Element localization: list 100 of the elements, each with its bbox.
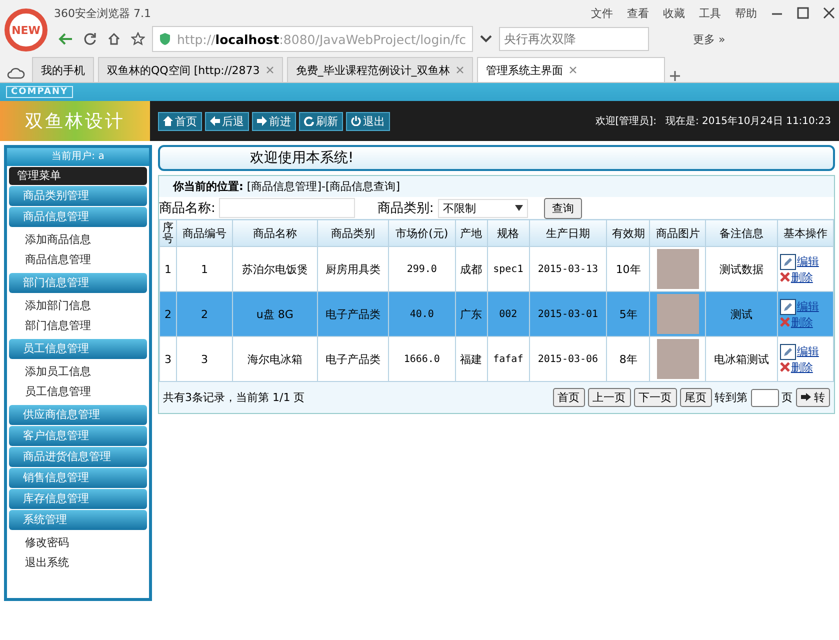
menu-item[interactable]: 查看 (627, 6, 649, 20)
edit-link[interactable]: 编辑 (796, 299, 819, 314)
close-tab-icon[interactable] (456, 66, 464, 74)
table-cell: 2 (160, 292, 176, 336)
menu-item[interactable]: 添加部门信息 (7, 296, 149, 316)
nav-button[interactable]: 退出 (346, 112, 390, 130)
column-header: 商品编号 (176, 220, 233, 246)
more-button[interactable]: 更多 » (693, 32, 726, 46)
table-row[interactable]: 3 3 海尔电冰箱 电子产品类 1666.0 福建 fafaf 2015-03-06 8年 电冰箱测试 编辑 删除 (160, 336, 834, 382)
home-icon (163, 116, 173, 126)
nav-button[interactable]: 首页 (158, 112, 202, 130)
pencil-icon (780, 344, 796, 360)
table-cell: 3 (160, 336, 176, 382)
table-cell: 测试 (706, 292, 778, 336)
menu-item[interactable]: 商品信息管理 (7, 250, 149, 270)
table-cell: 1 (160, 246, 176, 292)
menu-item[interactable]: 文件 (591, 6, 613, 20)
menu-item[interactable]: 收藏 (663, 6, 685, 20)
pager-button[interactable]: 尾页 (680, 388, 712, 407)
pager-button[interactable]: 首页 (552, 388, 584, 407)
browser-title: 360安全浏览器 7.1 (54, 6, 151, 20)
table-cell: u盘 8G (232, 292, 318, 336)
delete-link[interactable]: 删除 (790, 314, 813, 330)
nav-button[interactable]: 后退 (205, 112, 249, 130)
menu-item[interactable]: 退出系统 (7, 553, 149, 573)
edit-link[interactable]: 编辑 (796, 344, 819, 359)
delete-x-icon (780, 317, 790, 327)
pager-button[interactable]: 上一页 (588, 388, 630, 407)
edit-link[interactable]: 编辑 (796, 254, 819, 269)
name-input-field[interactable] (219, 198, 356, 218)
column-header: 生产日期 (529, 220, 607, 246)
breadcrumb: 你当前的位置: [商品信息管理]-[商品信息查询] (159, 176, 834, 197)
menu-item[interactable]: 修改密码 (7, 533, 149, 553)
nav-button[interactable]: 刷新 (299, 112, 343, 130)
nav-button[interactable]: 前进 (252, 112, 296, 130)
clock-text: 现在是: 2015年10月24日 11:10:23 (665, 115, 831, 128)
column-header: 产地 (455, 220, 488, 246)
menu-item[interactable]: 添加员工信息 (7, 362, 149, 382)
menu-item[interactable]: 部门信息管理 (7, 316, 149, 336)
column-header: 序号 (160, 220, 176, 246)
browser-tab[interactable]: 免费_毕业课程范例设计_双鱼林 (286, 57, 473, 82)
table-cell: 40.0 (388, 292, 456, 336)
browser-tab[interactable]: 双鱼林的QQ空间 [http://2873 (98, 57, 283, 82)
page-unit-label: 页 (782, 390, 792, 405)
photo-placeholder (656, 294, 699, 334)
right-arrow-icon (257, 116, 267, 126)
column-header: 商品图片 (650, 220, 706, 246)
delete-x-icon (780, 272, 790, 282)
photo-placeholder (656, 339, 699, 379)
goto-label: 转到第 (714, 390, 748, 405)
pencil-icon (780, 298, 796, 314)
table-cell: 2 (176, 292, 233, 336)
name-label: 商品名称: (159, 200, 216, 217)
browser-tab[interactable]: 我的手机 (32, 57, 94, 82)
logo: 双鱼林设计 (0, 101, 150, 141)
search-field[interactable]: 央行再次双降 (499, 27, 650, 51)
table-cell: 电子产品类 (317, 292, 389, 336)
go-button[interactable]: 转 (796, 388, 830, 407)
delete-link[interactable]: 删除 (790, 270, 813, 284)
column-header: 市场价(元) (388, 220, 456, 246)
right-arrow-icon (800, 393, 810, 401)
close-tab-icon[interactable] (568, 66, 577, 74)
column-header: 备注信息 (706, 220, 778, 246)
delete-link[interactable]: 删除 (790, 360, 813, 374)
shield-icon (159, 32, 171, 46)
column-header: 商品名称 (232, 220, 318, 246)
dropdown-caret-icon (514, 205, 523, 211)
column-header: 商品类别 (317, 220, 389, 246)
new-tab-icon[interactable] (668, 70, 681, 82)
browser-tab[interactable]: 管理系统主界面 (476, 57, 665, 82)
refresh-icon (304, 116, 314, 126)
table-cell: 2015-03-01 (529, 292, 607, 336)
maximize-icon[interactable] (797, 7, 809, 19)
close-tab-icon[interactable] (266, 66, 274, 74)
table-cell: 广东 (455, 292, 488, 336)
menu-item[interactable]: 员工信息管理 (7, 382, 149, 402)
close-icon[interactable] (823, 7, 835, 19)
delete-x-icon (780, 362, 790, 372)
power-icon (351, 116, 361, 126)
table-cell: 5年 (606, 292, 650, 336)
current-user-label: 当前用户: a (7, 148, 149, 166)
menu-item[interactable]: 添加商品信息 (7, 230, 149, 250)
address-bar[interactable]: http://localhost:8080/JavaWebProject/login/fc (152, 26, 474, 52)
query-button[interactable]: 查询 (544, 198, 582, 218)
column-header: 有效期 (606, 220, 650, 246)
company-label: COMPANY (6, 86, 73, 98)
pager-button[interactable]: 下一页 (634, 388, 676, 407)
table-row[interactable]: 2 2 u盘 8G 电子产品类 40.0 广东 002 2015-03-01 5年 测试 编辑 删除 (160, 292, 834, 336)
category-select[interactable]: 不限制 (438, 198, 528, 218)
welcome-banner: 欢迎使用本系统! (158, 145, 835, 171)
column-header: 基本操作 (777, 220, 834, 246)
category-label: 商品类别: (377, 200, 434, 217)
menu-item[interactable]: 工具 (699, 6, 721, 20)
page-input-field[interactable] (750, 388, 778, 406)
menu-title: 管理菜单 (9, 167, 147, 185)
column-header: 规格 (487, 220, 530, 246)
table-row[interactable]: 1 1 苏泊尔电饭煲 厨房用具类 299.0 成都 spec1 2015-03-13 10年 测试数据 编辑 删除 (160, 246, 834, 292)
pencil-icon (780, 254, 796, 270)
new-badge-icon: NEW (4, 8, 48, 52)
menu-item[interactable]: 帮助 (735, 6, 757, 20)
